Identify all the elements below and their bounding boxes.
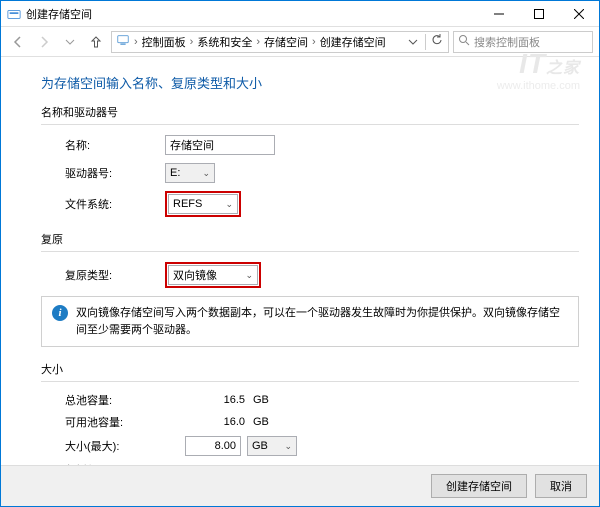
search-input[interactable]: 搜索控制面板 (453, 31, 593, 53)
unit-avail: GB (253, 416, 283, 428)
section-title-size: 大小 (41, 361, 579, 377)
pc-icon (116, 33, 130, 50)
search-placeholder: 搜索控制面板 (474, 34, 540, 50)
titlebar: 创建存储空间 (1, 1, 599, 27)
search-icon (458, 34, 470, 49)
filesystem-dropdown[interactable]: REFS⌄ (168, 194, 238, 214)
chevron-down-icon: ⌄ (225, 199, 233, 210)
breadcrumb-dropdown[interactable] (405, 37, 421, 47)
label-max: 大小(最大): (65, 438, 185, 454)
chevron-down-icon: ⌄ (202, 168, 210, 179)
close-button[interactable] (559, 1, 599, 26)
recent-button[interactable] (59, 31, 81, 53)
label-drive: 驱动器号: (65, 165, 165, 181)
breadcrumb-sep: › (312, 36, 316, 48)
page-heading: 为存储空间输入名称、复原类型和大小 (41, 73, 579, 92)
content: 为存储空间输入名称、复原类型和大小 名称和驱动器号 名称: 驱动器号: E:⌄ … (1, 57, 599, 465)
back-button[interactable] (7, 31, 29, 53)
breadcrumb-sep: › (256, 36, 260, 48)
divider (41, 381, 579, 382)
refresh-button[interactable] (430, 33, 444, 50)
resiliency-dropdown[interactable]: 双向镜像⌄ (168, 265, 258, 285)
unit-total: GB (253, 394, 283, 406)
drive-dropdown[interactable]: E:⌄ (165, 163, 215, 183)
label-incl: 包括复原: (65, 462, 185, 465)
minimize-button[interactable] (479, 1, 519, 26)
info-icon: i (52, 305, 68, 321)
value-avail: 16.0 (185, 416, 245, 428)
window-title: 创建存储空间 (26, 6, 479, 22)
label-restype: 复原类型: (65, 267, 165, 283)
section-title-resiliency: 复原 (41, 231, 579, 247)
label-avail: 可用池容量: (65, 414, 185, 430)
highlight-box: REFS⌄ (165, 191, 241, 217)
name-input[interactable] (165, 135, 275, 155)
app-icon (7, 7, 21, 21)
breadcrumb-item[interactable]: 存储空间 (264, 34, 308, 50)
button-bar: 创建存储空间 取消 (1, 465, 599, 506)
unit-incl: GB (253, 464, 283, 465)
forward-button[interactable] (33, 31, 55, 53)
value-incl: 16.0 (185, 464, 245, 465)
separator (425, 34, 426, 50)
cancel-button[interactable]: 取消 (535, 474, 587, 498)
breadcrumb[interactable]: › 控制面板 › 系统和安全 › 存储空间 › 创建存储空间 (111, 31, 449, 53)
max-size-input[interactable] (185, 436, 241, 456)
create-button[interactable]: 创建存储空间 (431, 474, 527, 498)
info-text: 双向镜像存储空间写入两个数据副本，可以在一个驱动器发生故障时为你提供保护。双向镜… (76, 305, 568, 338)
section-title-name: 名称和驱动器号 (41, 104, 579, 120)
breadcrumb-item[interactable]: 系统和安全 (197, 34, 252, 50)
highlight-box: 双向镜像⌄ (165, 262, 261, 288)
label-total: 总池容量: (65, 392, 185, 408)
breadcrumb-item[interactable]: 控制面板 (142, 34, 186, 50)
chevron-down-icon: ⌄ (284, 441, 292, 452)
breadcrumb-item[interactable]: 创建存储空间 (320, 34, 386, 50)
max-unit-dropdown[interactable]: GB⌄ (247, 436, 297, 456)
divider (41, 124, 579, 125)
info-mirror: i 双向镜像存储空间写入两个数据副本，可以在一个驱动器发生故障时为你提供保护。双… (41, 296, 579, 347)
label-name: 名称: (65, 137, 165, 153)
breadcrumb-sep: › (134, 36, 138, 48)
label-filesystem: 文件系统: (65, 196, 165, 212)
breadcrumb-sep: › (190, 36, 194, 48)
chevron-down-icon: ⌄ (245, 270, 253, 281)
up-button[interactable] (85, 31, 107, 53)
navbar: › 控制面板 › 系统和安全 › 存储空间 › 创建存储空间 搜索控制面板 (1, 27, 599, 57)
value-total: 16.5 (185, 394, 245, 406)
maximize-button[interactable] (519, 1, 559, 26)
window: 创建存储空间 › 控制面板 › 系统和安全 › 存储空间 › 创建存储空间 (0, 0, 600, 507)
divider (41, 251, 579, 252)
